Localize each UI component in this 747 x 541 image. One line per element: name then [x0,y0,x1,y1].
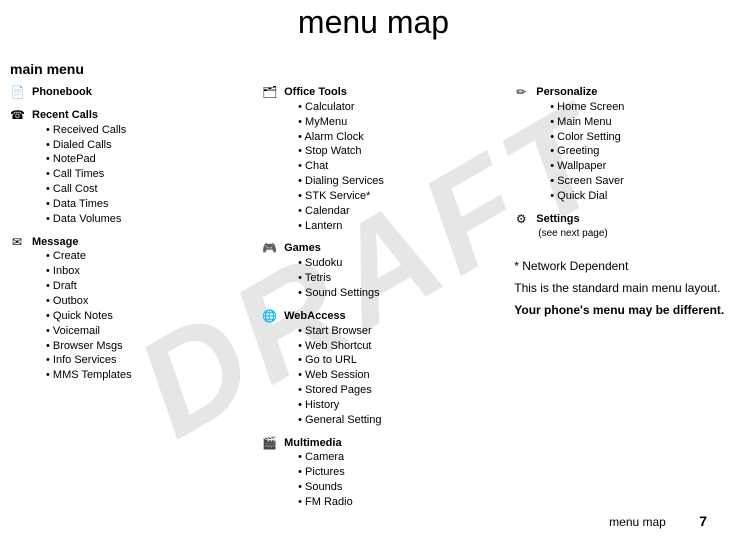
settings-icon: ⚙ [514,212,528,226]
list-item: Greeting [550,144,737,159]
list-item: Dialing Services [298,174,474,189]
list-item: STK Service* [298,189,474,204]
footnote-desc-1: This is the standard main menu layout. [514,280,737,296]
list-item: Wallpaper [550,159,737,174]
list-item: Outbox [46,294,222,309]
page-title: menu map [10,0,737,61]
list-item: Inbox [46,264,222,279]
webaccess-list: Start Browser Web Shortcut Go to URL Web… [284,324,474,428]
personalize-icon: ✏ [514,85,528,99]
list-item: Camera [298,450,474,465]
office-tools-list: Calculator MyMenu Alarm Clock Stop Watch… [284,100,474,234]
list-item: Sudoku [298,256,474,271]
personalize-title: Personalize [536,85,737,100]
webaccess-title: WebAccess [284,309,474,324]
message-icon: ✉ [10,235,24,249]
list-item: Main Menu [550,115,737,130]
message-list: Create Inbox Draft Outbox Quick Notes Vo… [32,249,222,383]
phonebook-icon: 📄 [10,85,24,99]
list-item: History [298,398,474,413]
column-3: ✏ Personalize Home Screen Main Menu Colo… [514,85,737,518]
recent-calls-list: Received Calls Dialed Calls NotePad Call… [32,123,222,227]
games-list: Sudoku Tetris Sound Settings [284,256,474,301]
message-title: Message [32,235,222,250]
games-title: Games [284,241,474,256]
list-item: Home Screen [550,100,737,115]
list-item: Draft [46,279,222,294]
office-tools-icon: 🗂 [262,85,276,99]
list-item: Data Volumes [46,212,222,227]
list-item: Chat [298,159,474,174]
section-settings: ⚙ Settings (see next page) [514,212,737,240]
section-multimedia: 🎬 Multimedia Camera Pictures Sounds FM R… [262,436,474,510]
section-message: ✉ Message Create Inbox Draft Outbox Quic… [10,235,222,383]
page-footer: menu map 7 [609,513,707,529]
multimedia-list: Camera Pictures Sounds FM Radio [284,450,474,509]
recent-calls-title: Recent Calls [32,108,222,123]
list-item: Stop Watch [298,144,474,159]
list-item: MMS Templates [46,368,222,383]
section-recent-calls: ☎ Recent Calls Received Calls Dialed Cal… [10,108,222,227]
list-item: Start Browser [298,324,474,339]
list-item: Screen Saver [550,174,737,189]
office-tools-title: Office Tools [284,85,474,100]
list-item: Info Services [46,353,222,368]
list-item: Alarm Clock [298,130,474,145]
list-item: Create [46,249,222,264]
page-content: menu map main menu 📄 Phonebook ☎ Recent … [0,0,747,518]
list-item: Stored Pages [298,383,474,398]
section-personalize: ✏ Personalize Home Screen Main Menu Colo… [514,85,737,204]
column-1: 📄 Phonebook ☎ Recent Calls Received Call… [10,85,222,518]
list-item: Pictures [298,465,474,480]
main-menu-label: main menu [10,61,737,77]
footer-page-number: 7 [699,513,707,529]
list-item: Browser Msgs [46,339,222,354]
footnote-asterisk: * Network Dependent [514,258,737,274]
list-item: Quick Notes [46,309,222,324]
list-item: MyMenu [298,115,474,130]
list-item: Quick Dial [550,189,737,204]
section-phonebook: 📄 Phonebook [10,85,222,100]
list-item: Web Session [298,368,474,383]
list-item: Go to URL [298,353,474,368]
personalize-list: Home Screen Main Menu Color Setting Gree… [536,100,737,204]
list-item: Data Times [46,197,222,212]
list-item: NotePad [46,152,222,167]
settings-subnote: (see next page) [536,227,737,241]
settings-title: Settings [536,212,737,227]
column-2: 🗂 Office Tools Calculator MyMenu Alarm C… [262,85,474,518]
section-games: 🎮 Games Sudoku Tetris Sound Settings [262,241,474,300]
footer-label: menu map [609,515,666,529]
section-office-tools: 🗂 Office Tools Calculator MyMenu Alarm C… [262,85,474,233]
list-item: Received Calls [46,123,222,138]
list-item: Web Shortcut [298,339,474,354]
webaccess-icon: 🌐 [262,309,276,323]
list-item: Color Setting [550,130,737,145]
multimedia-icon: 🎬 [262,436,276,450]
list-item: Sounds [298,480,474,495]
list-item: Voicemail [46,324,222,339]
phonebook-title: Phonebook [32,85,222,100]
list-item: Calendar [298,204,474,219]
recent-calls-icon: ☎ [10,108,24,122]
list-item: Call Times [46,167,222,182]
list-item: Calculator [298,100,474,115]
list-item: FM Radio [298,495,474,510]
list-item: Sound Settings [298,286,474,301]
list-item: Tetris [298,271,474,286]
list-item: Lantern [298,219,474,234]
list-item: Call Cost [46,182,222,197]
menu-columns: 📄 Phonebook ☎ Recent Calls Received Call… [10,85,737,518]
section-webaccess: 🌐 WebAccess Start Browser Web Shortcut G… [262,309,474,428]
list-item: Dialed Calls [46,138,222,153]
footnote-desc-2: Your phone's menu may be different. [514,302,737,318]
multimedia-title: Multimedia [284,436,474,451]
list-item: General Setting [298,413,474,428]
games-icon: 🎮 [262,241,276,255]
